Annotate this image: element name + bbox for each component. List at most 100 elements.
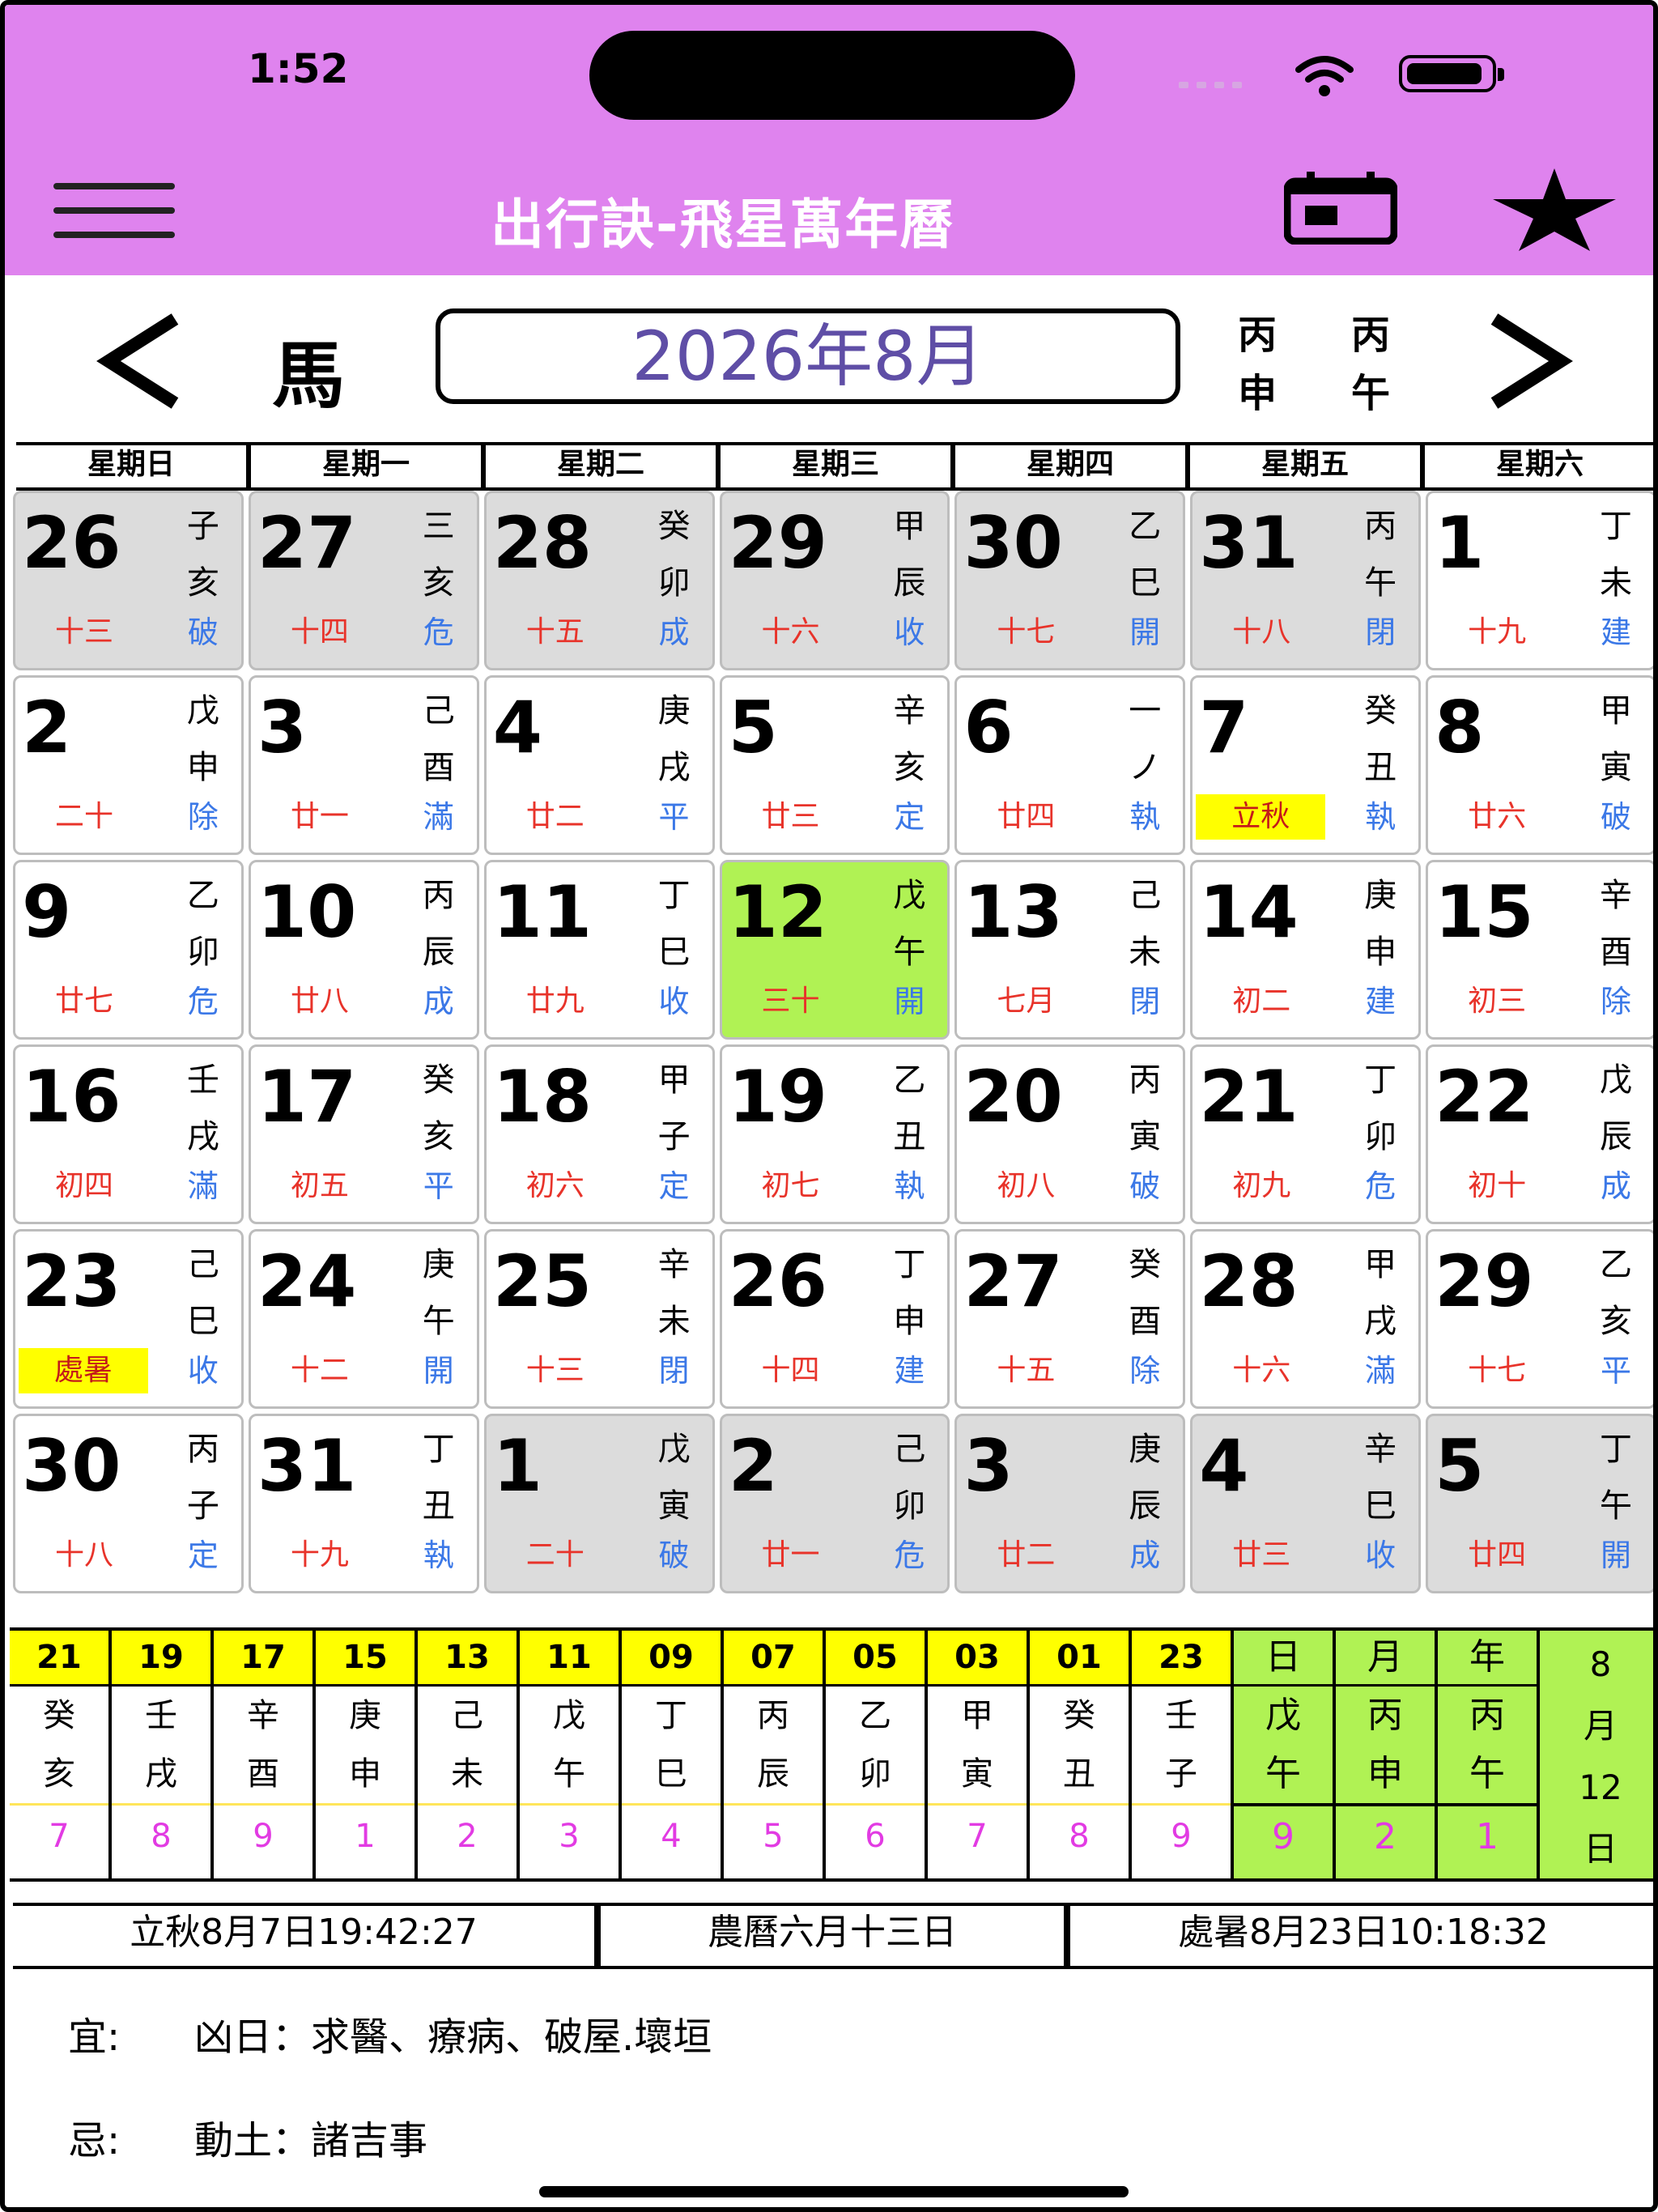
lunar-day: 廿四 (997, 800, 1056, 833)
lunar-day: 初三 (1468, 985, 1527, 1018)
day-cell[interactable]: 2 戊申二十 除 (13, 675, 244, 855)
day-cell[interactable]: 16 壬戌初四 滿 (13, 1044, 244, 1224)
day-cell[interactable]: 4 辛巳廿三 收 (1190, 1414, 1422, 1593)
day-cell[interactable]: 28 癸卯十五 成 (483, 491, 715, 670)
day-ganzhi: 戊辰 (1596, 1052, 1636, 1165)
day-cell[interactable]: 13 己未七月 閉 (954, 860, 1186, 1040)
day-cell[interactable]: 29 乙亥十七 平 (1426, 1229, 1653, 1409)
zodiac-label: 馬 (272, 334, 345, 419)
day-branch: ノ (1129, 749, 1162, 786)
day-stem: 丁 (657, 877, 691, 914)
day-number: 5 (1435, 1424, 1485, 1508)
day-stem: 乙 (893, 1061, 926, 1099)
day-cell[interactable]: 3 庚辰廿二 成 (954, 1414, 1186, 1593)
day-cell[interactable]: 30 乙巳十七 開 (954, 491, 1186, 670)
day-number: 27 (963, 1240, 1063, 1323)
day-cell[interactable]: 5 丁午廿四 開 (1426, 1414, 1653, 1593)
day-cell[interactable]: 1 戊寅二十 破 (483, 1414, 715, 1593)
day-cell[interactable]: 6 一ノ廿四 執 (954, 675, 1186, 855)
day-branch: 酉 (422, 749, 455, 786)
ji-text: 動土：諸吉事 (194, 2118, 428, 2163)
day-number: 17 (257, 1055, 357, 1138)
day-cell[interactable]: 20 丙寅初八 破 (954, 1044, 1186, 1224)
day-number: 26 (728, 1240, 828, 1323)
hour-stem: 庚 (349, 1697, 381, 1734)
day-cell[interactable]: 8 甲寅廿六 破 (1426, 675, 1653, 855)
day-cell[interactable]: 27 癸酉十五 除 (954, 1229, 1186, 1409)
day-cell[interactable]: 5 辛亥廿三 定 (719, 675, 950, 855)
day-ganzhi: 癸酉 (1124, 1236, 1165, 1350)
day-stem: 己 (186, 1246, 219, 1283)
day-ganzhi: 丙午 (1360, 498, 1401, 611)
day-officer: 開 (1600, 1538, 1631, 1573)
day-cell-today[interactable]: 12 戊午三十 開 (719, 860, 950, 1040)
day-officer: 破 (1600, 799, 1631, 835)
day-ganzhi: 甲戌 (1360, 1236, 1401, 1350)
day-cell[interactable]: 17 癸亥初五 平 (248, 1044, 479, 1224)
day-cell[interactable]: 1 丁未十九 建 (1426, 491, 1653, 670)
day-cell[interactable]: 7 癸丑立秋 執 (1190, 675, 1422, 855)
lunar-day: 廿四 (1468, 1538, 1527, 1572)
day-cell[interactable]: 22 戊辰初十 成 (1426, 1044, 1653, 1224)
month-selector[interactable]: 2026年8月 (436, 308, 1180, 404)
battery-icon (1399, 55, 1504, 92)
day-ganzhi: 辛亥 (889, 683, 929, 796)
day-cell[interactable]: 28 甲戌十六 滿 (1190, 1229, 1422, 1409)
hour-column: 03 甲寅 7 (928, 1631, 1030, 1878)
day-cell[interactable]: 23 己巳處暑 收 (13, 1229, 244, 1409)
lunar-day: 立秋 (1196, 794, 1326, 840)
day-cell[interactable]: 4 庚戌廿二 平 (483, 675, 715, 855)
day-officer: 滿 (1365, 1353, 1397, 1389)
day-cell[interactable]: 10 丙辰廿八 成 (248, 860, 479, 1040)
chevron-right-icon (1490, 313, 1573, 409)
hour-branch: 申 (349, 1755, 381, 1793)
day-number: 30 (963, 501, 1063, 585)
day-cell[interactable]: 29 甲辰十六 收 (719, 491, 950, 670)
day-cell[interactable]: 31 丙午十八 閉 (1190, 491, 1422, 670)
lunar-day: 初七 (761, 1169, 820, 1202)
hour-star-strip: 21 癸亥 7 19 壬戌 8 17 辛酉 9 15 庚申 1 13 己未 2 11 戊午 3 09 丁巳 4 07 丙辰 5… (10, 1627, 1653, 1882)
day-cell[interactable]: 30 丙子十八 定 (13, 1414, 244, 1593)
day-cell[interactable]: 26 子亥十三 破 (13, 491, 244, 670)
hour-stem: 戊 (553, 1697, 585, 1734)
day-cell[interactable]: 25 辛未十三 閉 (483, 1229, 715, 1409)
day-cell[interactable]: 11 丁巳廿九 收 (483, 860, 715, 1040)
star-icon[interactable] (1486, 167, 1622, 253)
day-cell[interactable]: 2 己卯廿一 危 (719, 1414, 950, 1593)
day-stem: 辛 (893, 692, 926, 730)
hour-column: 23 壬子 9 (1132, 1631, 1234, 1878)
day-cell[interactable]: 14 庚申初二 建 (1190, 860, 1422, 1040)
hour-branch: 丑 (1063, 1755, 1095, 1793)
lunar-day: 廿二 (997, 1538, 1056, 1572)
day-cell[interactable]: 31 丁丑十九 執 (248, 1414, 479, 1593)
calendar-icon[interactable] (1283, 172, 1398, 245)
day-cell[interactable]: 21 丁卯初九 危 (1190, 1044, 1422, 1224)
day-cell[interactable]: 24 庚午十二 開 (248, 1229, 479, 1409)
day-ganzhi: 乙丑 (889, 1052, 929, 1165)
day-stem: 丁 (422, 1431, 455, 1468)
day-cell[interactable]: 26 丁申十四 建 (719, 1229, 950, 1409)
day-ganzhi: 乙巳 (1124, 498, 1165, 611)
day-number: 4 (1199, 1424, 1249, 1508)
home-indicator[interactable] (539, 2186, 1129, 2197)
menu-icon[interactable] (53, 183, 175, 238)
day-ganzhi: 甲寅 (1596, 683, 1636, 796)
day-ganzhi: 己酉 (419, 683, 459, 796)
date-box-part: 月 (1583, 1706, 1618, 1746)
day-officer: 閉 (1365, 615, 1397, 650)
day-cell[interactable]: 19 乙丑初七 執 (719, 1044, 950, 1224)
day-cell[interactable]: 18 甲子初六 定 (483, 1044, 715, 1224)
day-branch: 丑 (422, 1487, 455, 1525)
day-cell[interactable]: 9 乙卯廿七 危 (13, 860, 244, 1040)
day-number: 28 (492, 501, 593, 585)
day-cell[interactable]: 3 己酉廿一 滿 (248, 675, 479, 855)
day-cell[interactable]: 15 辛酉初三 除 (1426, 860, 1653, 1040)
day-branch: 巳 (657, 934, 691, 971)
prev-month-button[interactable] (86, 304, 199, 418)
day-number: 20 (963, 1055, 1063, 1138)
next-month-button[interactable] (1470, 304, 1584, 418)
day-cell[interactable]: 27 三亥十四 危 (248, 491, 479, 670)
day-officer: 收 (187, 1353, 219, 1389)
ganzhi-label: 日 (1234, 1631, 1333, 1687)
day-ganzhi: 辛巳 (1360, 1421, 1401, 1534)
